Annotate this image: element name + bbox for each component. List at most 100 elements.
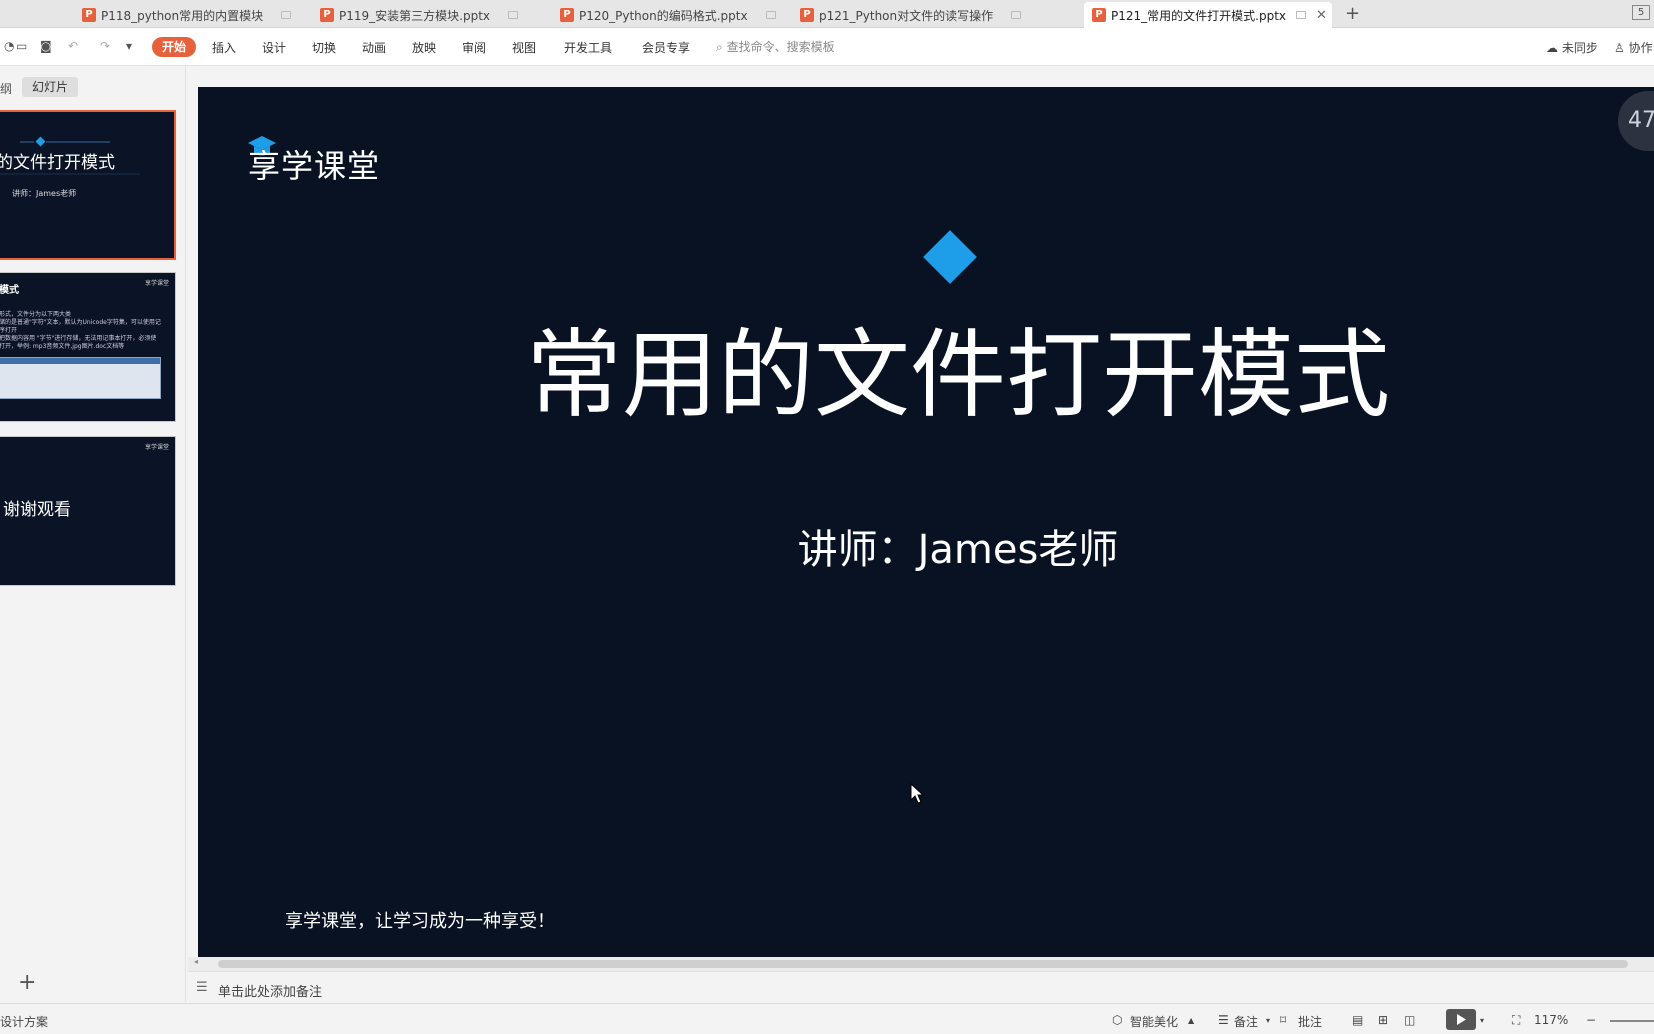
scrollbar-thumb[interactable] xyxy=(218,960,1628,968)
ppt-file-icon: P xyxy=(1092,8,1106,22)
menu-transition[interactable]: 切换 xyxy=(312,39,336,56)
collab-label: 协作 xyxy=(1628,41,1653,55)
menu-start[interactable]: 开始 xyxy=(152,37,196,57)
thumb2-title: 模式 xyxy=(0,285,19,296)
slide-canvas[interactable]: 享学课堂 常用的文件打开模式 讲师：James老师 享学课堂，让学习成为一种享受… xyxy=(198,87,1654,957)
preview-icon[interactable]: ◙ xyxy=(40,39,52,53)
doc-tab-p121-active[interactable]: P P121_常用的文件打开模式.pptx ✕ xyxy=(1084,2,1332,28)
new-tab-button[interactable]: + xyxy=(1345,3,1360,24)
logo-text: 享学课堂 xyxy=(248,147,381,185)
tab-label: P121_常用的文件打开模式.pptx xyxy=(1111,8,1286,23)
doc-tab-p118[interactable]: P P118_python常用的内置模块 xyxy=(74,2,304,28)
doc-tab-p121-rw[interactable]: P p121_Python对文件的读写操作 xyxy=(792,2,1030,28)
slide-thumbnail-1[interactable]: 的文件打开模式 讲师：James老师 xyxy=(0,110,176,260)
slide-subtitle: 讲师：James老师 xyxy=(797,527,1119,573)
window-count-badge[interactable]: 5 xyxy=(1632,5,1650,20)
window-icon[interactable] xyxy=(1296,11,1306,19)
menu-member[interactable]: 会员专享 xyxy=(642,39,690,56)
cube-icon: ⬡ xyxy=(1112,1013,1123,1027)
comment-icon: ⌑ xyxy=(1280,1013,1287,1027)
cloud-icon: ☁ xyxy=(1546,41,1558,55)
print-icon[interactable]: ▭ xyxy=(16,39,27,53)
document-tab-bar: P P118_python常用的内置模块 P P119_安装第三方模块.pptx… xyxy=(0,0,1654,28)
menu-review[interactable]: 审阅 xyxy=(462,39,486,56)
tab-outline[interactable]: 纲 xyxy=(0,80,12,97)
reading-view-icon[interactable]: ◫ xyxy=(1404,1013,1415,1027)
ppt-file-icon: P xyxy=(82,8,96,22)
timer-badge: 47 xyxy=(1618,91,1654,151)
ppt-file-icon: P xyxy=(560,8,574,22)
window-icon[interactable] xyxy=(1011,11,1022,19)
fit-window-icon[interactable]: ⛶ xyxy=(1512,1013,1520,1028)
open-icon[interactable]: ◔ xyxy=(4,39,14,53)
thumb3-text: 谢谢观看 xyxy=(3,500,71,520)
play-icon xyxy=(1457,1014,1466,1025)
notes-bar[interactable]: ☰ 单击此处添加备注 xyxy=(188,971,1654,1003)
thumb2-line: 打开，举例: mp3音频文件,jpg图片.doc文档等 xyxy=(0,343,125,350)
scroll-left-icon[interactable]: ◂ xyxy=(194,957,198,966)
tab-label: P118_python常用的内置模块 xyxy=(101,8,264,23)
menu-view[interactable]: 视图 xyxy=(512,39,536,56)
sync-label: 未同步 xyxy=(1561,41,1598,55)
notes-list-icon: ☰ xyxy=(1218,1013,1229,1027)
search-icon: ⌕ xyxy=(716,40,723,54)
play-slideshow-button[interactable] xyxy=(1446,1009,1476,1030)
slide-thumbnail-panel: 纲 幻灯片 的文件打开模式 讲师：James老师 享学课堂 模式 形式，文件分为… xyxy=(0,66,186,1002)
slide-slogan: 享学课堂，让学习成为一种享受！ xyxy=(285,911,555,932)
thumb1-subtitle: 讲师：James老师 xyxy=(12,189,77,198)
thumb2-table-header xyxy=(0,358,160,364)
thumb-logo: 享学课堂 xyxy=(144,444,169,451)
ppt-file-icon: P xyxy=(800,8,814,22)
chevron-up-icon[interactable]: ▲ xyxy=(1188,1016,1194,1025)
notes-toggle-button[interactable]: 备注 xyxy=(1234,1013,1258,1030)
more-dropdown-icon[interactable]: ▾ xyxy=(126,39,132,53)
chevron-down-icon[interactable]: ▾ xyxy=(1266,1016,1270,1025)
window-icon[interactable] xyxy=(508,11,518,19)
smart-beautify-button[interactable]: 智能美化 xyxy=(1130,1013,1178,1030)
tab-label: P119_安装第三方模块.pptx xyxy=(339,8,490,23)
mouse-cursor-icon xyxy=(910,783,924,804)
slide-thumbnail-2[interactable]: 享学课堂 模式 形式，文件分为以下两大类 储的是普通"字符"文本，默认为Unic… xyxy=(0,272,176,422)
window-icon[interactable] xyxy=(281,11,292,19)
doc-tab-p120[interactable]: P P120_Python的编码格式.pptx xyxy=(552,2,784,28)
notes-placeholder[interactable]: 单击此处添加备注 xyxy=(218,981,322,1000)
ribbon-menu-bar: ◔ ▭ ◙ ↶ ↷ ▾ 开始 插入 设计 切换 动画 放映 审阅 视图 开发工具… xyxy=(0,28,1654,66)
normal-view-icon[interactable]: ▤ xyxy=(1352,1013,1363,1027)
grid-view-icon[interactable]: ⊞ xyxy=(1378,1013,1388,1027)
thumb1-title: 的文件打开模式 xyxy=(0,153,115,173)
notes-icon: ☰ xyxy=(196,980,208,995)
zoom-slider[interactable] xyxy=(1610,1020,1654,1022)
window-icon[interactable] xyxy=(765,11,776,19)
horizontal-scrollbar[interactable]: ◂ xyxy=(188,957,1654,971)
slide-title: 常用的文件打开模式 xyxy=(526,319,1390,431)
menu-design[interactable]: 设计 xyxy=(262,39,286,56)
tab-label: P120_Python的编码格式.pptx xyxy=(579,8,748,23)
sync-status[interactable]: ☁ 未同步 xyxy=(1546,39,1598,56)
menu-developer[interactable]: 开发工具 xyxy=(564,39,612,56)
close-icon[interactable]: ✕ xyxy=(1316,8,1327,23)
thumb-logo: 享学课堂 xyxy=(144,280,169,287)
thumb2-line: 储的是普通"字符"文本，默认为Unicode字符集，可以使用记 xyxy=(0,319,161,326)
status-bar: 设计方案 ⬡ 智能美化 ▲ ☰ 备注 ▾ ⌑ 批注 ▤ ⊞ ◫ ▾ ⛶ 117%… xyxy=(0,1003,1654,1034)
slide-thumbnail-3[interactable]: 享学课堂 谢谢观看 xyxy=(0,436,176,586)
chevron-down-icon[interactable]: ▾ xyxy=(1480,1016,1484,1025)
design-scheme-label[interactable]: 设计方案 xyxy=(0,1013,48,1030)
collaborate-button[interactable]: ♙ 协作 xyxy=(1614,39,1653,56)
menu-insert[interactable]: 插入 xyxy=(212,39,236,56)
undo-icon[interactable]: ↶ xyxy=(68,39,78,53)
tab-slides[interactable]: 幻灯片 xyxy=(22,77,78,97)
tab-label: p121_Python对文件的读写操作 xyxy=(819,8,994,23)
search-placeholder: 查找命令、搜索模板 xyxy=(726,40,835,54)
thumb1-decoration xyxy=(0,136,140,175)
command-search[interactable]: ⌕ 查找命令、搜索模板 xyxy=(716,38,835,55)
redo-icon[interactable]: ↷ xyxy=(100,39,110,53)
add-slide-button[interactable]: + xyxy=(18,970,36,995)
menu-animation[interactable]: 动画 xyxy=(362,39,386,56)
user-icon: ♙ xyxy=(1614,41,1625,55)
comment-button[interactable]: 批注 xyxy=(1298,1013,1322,1030)
doc-tab-p119[interactable]: P P119_安装第三方模块.pptx xyxy=(312,2,548,28)
zoom-out-icon[interactable]: − xyxy=(1586,1013,1596,1027)
thumb2-table xyxy=(0,357,161,399)
menu-slideshow[interactable]: 放映 xyxy=(412,39,436,56)
zoom-level[interactable]: 117% xyxy=(1534,1013,1568,1027)
